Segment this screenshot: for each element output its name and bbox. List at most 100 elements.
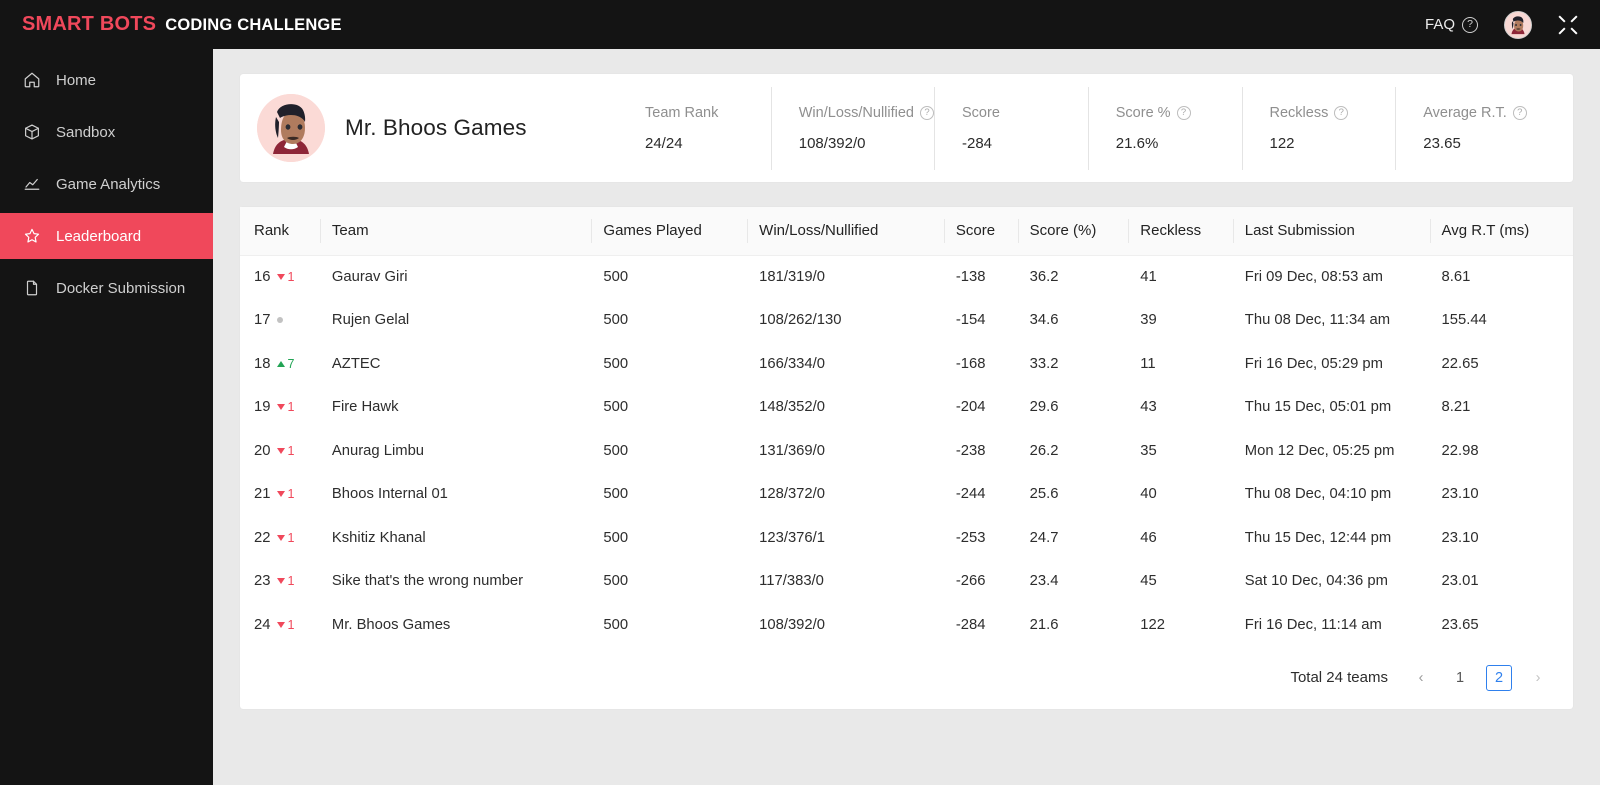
- sidebar-item-label: Sandbox: [56, 123, 116, 141]
- cell-team: Fire Hawk: [331, 399, 399, 416]
- sidebar-item-label: Home: [56, 71, 97, 89]
- help-circle-icon[interactable]: ?: [1462, 16, 1478, 33]
- pagination-prev-button[interactable]: ‹: [1408, 665, 1434, 691]
- cell-win-loss-nullified: 166/334/0: [759, 355, 825, 372]
- team-identity: Mr. Bhoos Games: [257, 94, 617, 162]
- stat-win-loss-nullified: Win/Loss/Nullified ? 108/392/0: [770, 86, 934, 170]
- cell-score: -168: [955, 355, 986, 372]
- pagination-page-1[interactable]: 1: [1447, 665, 1473, 691]
- cell-avg-rt: 22.98: [1441, 442, 1479, 459]
- table-row[interactable]: 17 Rujen Gelal 500 108/262/130 -154 34.6 39 Thu…: [240, 299, 1573, 343]
- table-row[interactable]: 19 1 Fire Hawk 500 148/352/0 -204 29.6 43 Thu 15…: [240, 386, 1573, 430]
- help-circle-icon[interactable]: ?: [1512, 105, 1527, 120]
- cell-last-submission: Sat 10 Dec, 04:36 pm: [1244, 573, 1388, 590]
- cell-score-percent: 23.4: [1029, 573, 1059, 590]
- column-header-score-pct[interactable]: Score (%): [1017, 207, 1129, 256]
- cell-avg-rt: 8.21: [1441, 399, 1471, 416]
- cell-games-played: 500: [603, 486, 629, 503]
- user-avatar[interactable]: [1504, 10, 1532, 39]
- cell-team: Sike that's the wrong number: [331, 573, 524, 590]
- stat-value: 23.65: [1423, 134, 1461, 152]
- cell-reckless: 41: [1140, 269, 1157, 285]
- column-header-avg-rt[interactable]: Avg R.T (ms): [1429, 207, 1573, 256]
- top-bar: SMART BOTS CODING CHALLENGE FAQ ?: [0, 0, 1600, 49]
- cell-last-submission: Thu 15 Dec, 05:01 pm: [1244, 399, 1392, 416]
- cell-reckless: 39: [1140, 312, 1157, 329]
- rank-cell: 19 1: [254, 399, 308, 415]
- stat-label: Average R.T. ?: [1423, 105, 1549, 121]
- rank-cell: 24 1: [254, 617, 308, 633]
- stat-label-text: Reckless: [1269, 104, 1329, 121]
- rank-number: 18: [254, 355, 271, 372]
- rank-number: 23: [254, 573, 271, 590]
- sidebar-item-docker-submission[interactable]: Docker Submission: [0, 265, 213, 311]
- total-teams-label: Total 24 teams: [1290, 669, 1388, 686]
- faq-button[interactable]: FAQ ?: [1425, 16, 1478, 33]
- team-avatar: [257, 94, 325, 162]
- cell-avg-rt: 8.61: [1441, 269, 1471, 285]
- table-row[interactable]: 22 1 Kshitiz Khanal 500 123/376/1 -253 24.7 46 T…: [240, 516, 1573, 560]
- table-row[interactable]: 16 1 Gaurav Giri 500 181/319/0 -138 36.2 41 Fri …: [240, 255, 1573, 299]
- table-row[interactable]: 24 1 Mr. Bhoos Games 500 108/392/0 -284 21.6 12…: [240, 603, 1573, 647]
- brand-logo[interactable]: SMART BOTS CODING CHALLENGE: [22, 13, 342, 36]
- sidebar-item-game-analytics[interactable]: Game Analytics: [0, 161, 213, 207]
- cell-rank: 19 1: [240, 386, 320, 430]
- column-header-last-submission[interactable]: Last Submission: [1232, 207, 1430, 256]
- cell-win-loss-nullified: 108/262/130: [759, 312, 842, 329]
- pagination-page-2[interactable]: 2: [1486, 664, 1512, 691]
- table-body: 16 1 Gaurav Giri 500 181/319/0 -138 36.2 41 Fri …: [240, 255, 1573, 647]
- column-header-rank[interactable]: Rank: [240, 207, 320, 256]
- sidebar-item-leaderboard[interactable]: Leaderboard: [0, 213, 213, 259]
- cell-rank: 16 1: [240, 255, 320, 299]
- help-circle-icon[interactable]: ?: [1176, 105, 1191, 120]
- column-header-score[interactable]: Score: [943, 207, 1018, 256]
- rank-delta-value: 1: [287, 487, 295, 502]
- pagination-next-button[interactable]: ›: [1525, 665, 1551, 691]
- team-name: Mr. Bhoos Games: [345, 115, 527, 140]
- table-row[interactable]: 23 1 Sike that's the wrong number 500 117/38…: [240, 560, 1573, 604]
- fullscreen-arm-bottom-left: [1558, 26, 1566, 35]
- rank-number: 20: [254, 442, 271, 459]
- column-header-reckless[interactable]: Reckless: [1128, 207, 1233, 256]
- home-icon: [22, 71, 41, 90]
- stat-label-text: Score: [962, 104, 1000, 121]
- stat-value: 24/24: [645, 134, 683, 152]
- stat-value: 122: [1269, 134, 1295, 152]
- cell-last-submission: Thu 15 Dec, 12:44 pm: [1244, 529, 1392, 546]
- rank-cell: 16 1: [254, 269, 308, 285]
- cell-win-loss-nullified: 117/383/0: [759, 573, 824, 590]
- cell-team: Mr. Bhoos Games: [331, 616, 451, 633]
- cell-score-percent: 34.6: [1029, 312, 1059, 329]
- column-header-games[interactable]: Games Played: [591, 207, 748, 256]
- table-header: Rank Team Games Played Win/Loss/Nullifie…: [240, 207, 1573, 256]
- fullscreen-icon[interactable]: [1558, 14, 1578, 35]
- top-bar-actions: FAQ ?: [1425, 10, 1578, 39]
- sidebar-item-sandbox[interactable]: Sandbox: [0, 109, 213, 155]
- rank-down-indicator: 1: [277, 270, 294, 284]
- sidebar-item-label: Leaderboard: [56, 227, 142, 245]
- cell-score: -204: [955, 399, 986, 416]
- triangle-down-icon: [277, 491, 286, 498]
- cell-team: Kshitiz Khanal: [331, 529, 426, 546]
- cell-avg-rt: 155.44: [1441, 312, 1487, 329]
- help-circle-icon[interactable]: ?: [920, 105, 934, 120]
- stat-value: 108/392/0: [798, 134, 866, 152]
- table-row[interactable]: 20 1 Anurag Limbu 500 131/369/0 -238 26.2 35 Mon…: [240, 429, 1573, 473]
- cell-rank: 18 7: [240, 342, 320, 386]
- table-row[interactable]: 21 1 Bhoos Internal 01 500 128/372/0 -244 25.6…: [240, 473, 1573, 517]
- column-header-team[interactable]: Team: [319, 207, 592, 256]
- star-icon: [22, 227, 41, 246]
- cell-games-played: 500: [603, 442, 629, 459]
- sidebar-item-home[interactable]: Home: [0, 57, 213, 103]
- cell-score-percent: 24.7: [1029, 529, 1059, 546]
- app-root: SMART BOTS CODING CHALLENGE FAQ ? Home S…: [0, 0, 1600, 785]
- column-header-wln[interactable]: Win/Loss/Nullified: [747, 207, 944, 256]
- help-circle-icon[interactable]: ?: [1334, 105, 1349, 120]
- table-row[interactable]: 18 7 AZTEC 500 166/334/0 -168 33.2 11 Fri 16 Dec…: [240, 342, 1573, 386]
- cell-rank: 23 1: [240, 560, 320, 604]
- cell-rank: 20 1: [240, 429, 320, 473]
- cell-team: Bhoos Internal 01: [331, 486, 448, 503]
- rank-number: 17: [254, 312, 271, 329]
- stat-team-rank: Team Rank 24/24: [617, 105, 771, 152]
- rank-down-indicator: 1: [277, 444, 294, 458]
